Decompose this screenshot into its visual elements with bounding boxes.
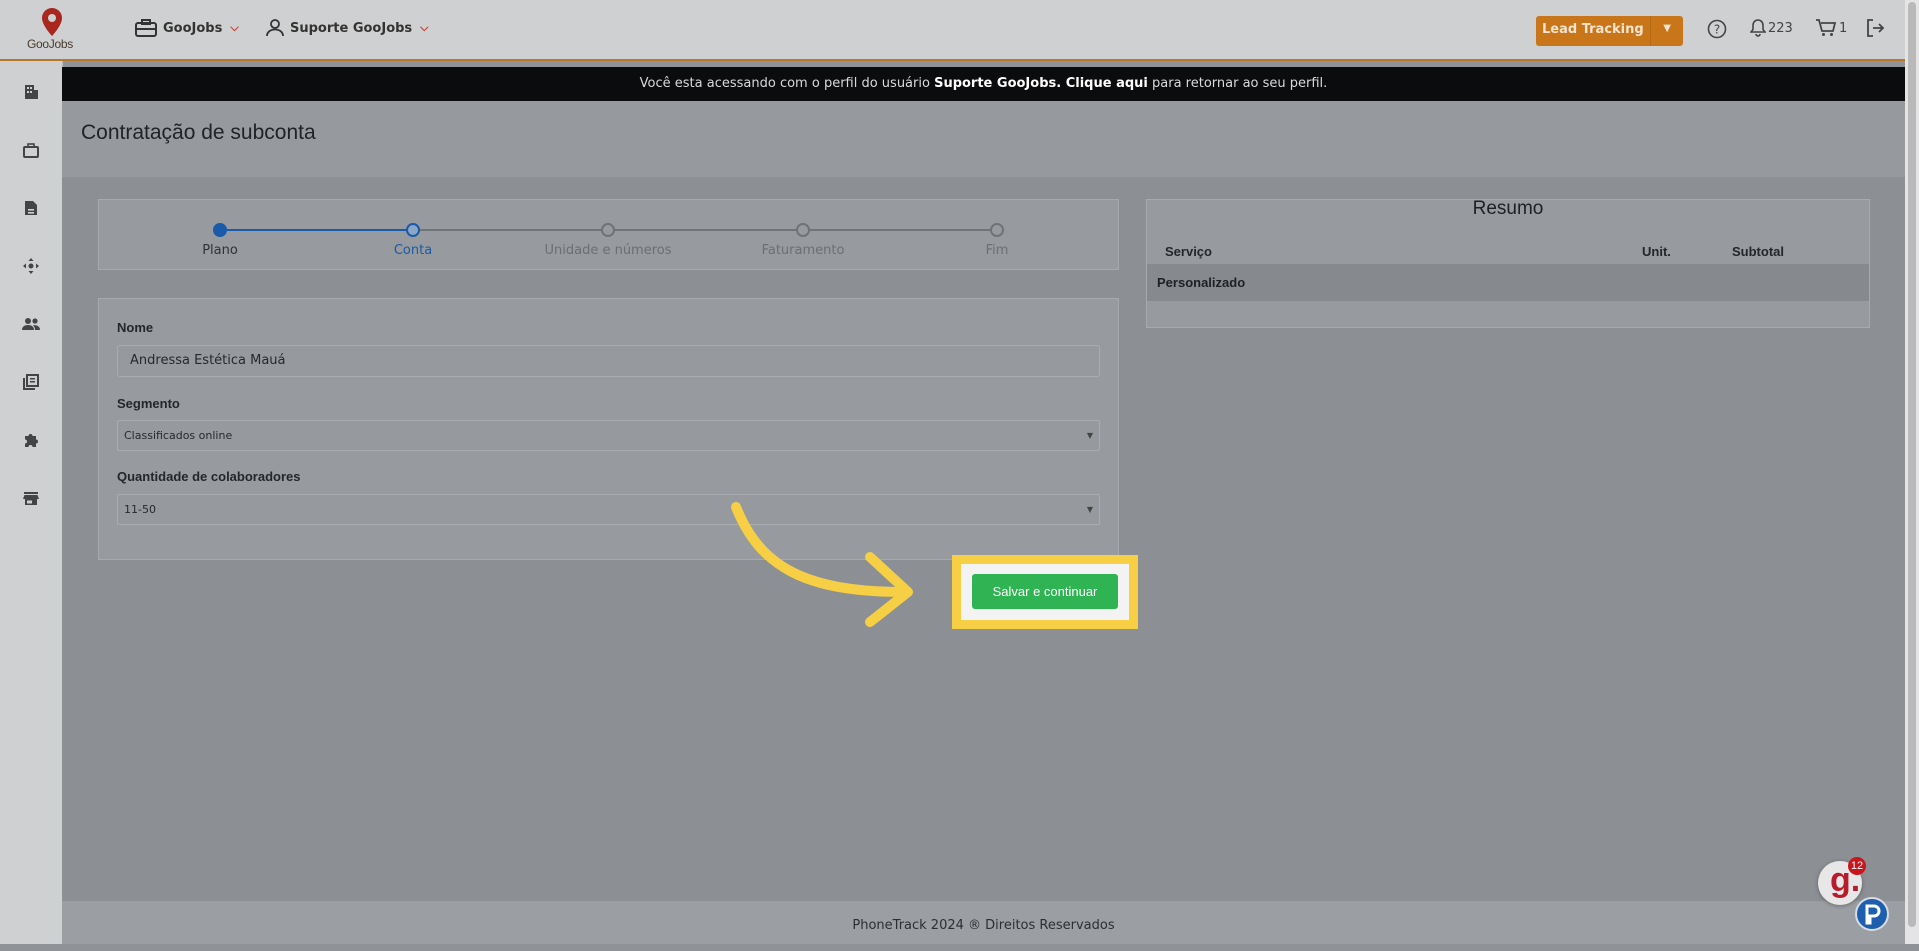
- user-icon: [266, 19, 284, 37]
- save-and-continue-button[interactable]: Salvar e continuar: [972, 574, 1118, 609]
- step-fim-label: Fim: [985, 243, 1009, 258]
- summary-row: Personalizado: [1147, 264, 1869, 301]
- store-icon[interactable]: [22, 489, 40, 507]
- summary-col-unit: Unit.: [1642, 244, 1671, 259]
- logout-icon: [1867, 19, 1885, 37]
- support-widget-icon[interactable]: [1855, 897, 1889, 931]
- summary-col-service: Serviço: [1165, 244, 1212, 259]
- step-conta-dot[interactable]: [406, 223, 420, 237]
- staff-count-value: 11-50: [124, 503, 156, 516]
- notifications-button[interactable]: 223: [1750, 19, 1793, 37]
- scrollbar-thumb[interactable]: [1908, 2, 1916, 927]
- banner-dot: .: [1056, 76, 1066, 91]
- chat-widget-button[interactable]: g. 12: [1818, 857, 1866, 905]
- briefcase-icon: [135, 19, 157, 37]
- caret-down-icon: ▼: [1086, 505, 1093, 514]
- top-header: GooJobs GooJobs ⌵ Suporte GooJobs ⌵ Lead…: [0, 0, 1905, 61]
- staff-count-select[interactable]: 11-50 ▼: [117, 494, 1100, 525]
- cart-count: 1: [1839, 20, 1848, 36]
- move-arrows-icon[interactable]: [22, 257, 40, 275]
- chevron-down-icon: ⌵: [420, 21, 429, 34]
- caret-down-icon: ▼: [1086, 431, 1093, 440]
- split-divider: [1650, 16, 1651, 46]
- notifications-count: 223: [1768, 20, 1793, 36]
- tutorial-arrow-icon: [731, 502, 913, 627]
- step-unidade-label: Unidade e números: [544, 243, 672, 258]
- user-menu-label: Suporte GooJobs: [290, 20, 413, 36]
- chevron-down-icon: ⌵: [230, 21, 239, 34]
- summary-title: Resumo: [1472, 198, 1544, 219]
- name-label: Nome: [117, 320, 154, 335]
- banner-prefix: Você esta acessando com o perfil do usuá…: [639, 76, 935, 91]
- cart-icon: [1816, 19, 1837, 36]
- page-title-bar: [62, 101, 1905, 177]
- summary-row-service: Personalizado: [1157, 275, 1246, 290]
- step-connector-done: [220, 229, 413, 231]
- cart-button[interactable]: 1: [1815, 19, 1847, 37]
- return-profile-link[interactable]: Clique aqui: [1066, 76, 1148, 91]
- segment-value: Classificados online: [124, 429, 233, 442]
- step-connector-pending: [413, 229, 997, 231]
- support-p-icon: [1865, 904, 1881, 925]
- briefcase-icon[interactable]: [22, 141, 40, 159]
- caret-down-icon[interactable]: ▼: [1663, 23, 1671, 34]
- footer: PhoneTrack 2024 ® Direitos Reservados: [62, 901, 1905, 944]
- summary-col-subtotal: Subtotal: [1732, 244, 1784, 259]
- logout-button[interactable]: [1865, 18, 1885, 38]
- location-pin-icon: [42, 8, 62, 36]
- company-menu-label: GooJobs: [163, 20, 223, 36]
- document-icon[interactable]: [22, 199, 40, 217]
- segment-label: Segmento: [117, 396, 180, 411]
- people-icon[interactable]: [22, 315, 40, 333]
- logo-text: GooJobs: [27, 37, 73, 51]
- name-input[interactable]: Andressa Estética Mauá: [117, 345, 1100, 377]
- library-books-icon[interactable]: [22, 373, 40, 391]
- step-plano-label: Plano: [202, 243, 238, 258]
- building-icon[interactable]: [22, 83, 40, 101]
- step-faturamento-label: Faturamento: [761, 243, 845, 258]
- bell-icon: [1750, 19, 1766, 37]
- chat-badge: 12: [1848, 857, 1866, 875]
- svg-text:?: ?: [1714, 23, 1720, 37]
- help-button[interactable]: ?: [1707, 19, 1727, 39]
- step-fim-dot: [990, 223, 1004, 237]
- company-menu[interactable]: GooJobs ⌵: [135, 19, 239, 37]
- page-title: Contratação de subconta: [81, 121, 316, 144]
- impersonation-banner: Você esta acessando com o perfil do usuá…: [62, 67, 1905, 101]
- goojobs-logo[interactable]: GooJobs: [22, 8, 82, 54]
- step-conta-label: Conta: [393, 243, 433, 258]
- staff-count-label: Quantidade de colaboradores: [117, 469, 301, 484]
- lead-tracking-label: Lead Tracking: [1542, 22, 1644, 37]
- banner-user: Suporte GooJobs: [934, 76, 1057, 91]
- step-faturamento-dot: [796, 223, 810, 237]
- user-menu[interactable]: Suporte GooJobs ⌵: [266, 19, 429, 37]
- lead-tracking-button[interactable]: Lead Tracking ▼: [1536, 16, 1683, 46]
- banner-suffix: para retornar ao seu perfil.: [1147, 76, 1328, 91]
- step-unidade-dot: [601, 223, 615, 237]
- footer-text: PhoneTrack 2024 ® Direitos Reservados: [852, 918, 1115, 933]
- segment-select[interactable]: Classificados online ▼: [117, 420, 1100, 451]
- question-circle-icon: ?: [1707, 19, 1727, 39]
- step-plano-dot[interactable]: [213, 223, 227, 237]
- stepper-card: Plano Conta Unidade e números Faturament…: [98, 199, 1119, 270]
- page-scrollbar[interactable]: [1905, 0, 1919, 944]
- left-sidebar: [0, 61, 63, 944]
- puzzle-icon[interactable]: [22, 431, 40, 449]
